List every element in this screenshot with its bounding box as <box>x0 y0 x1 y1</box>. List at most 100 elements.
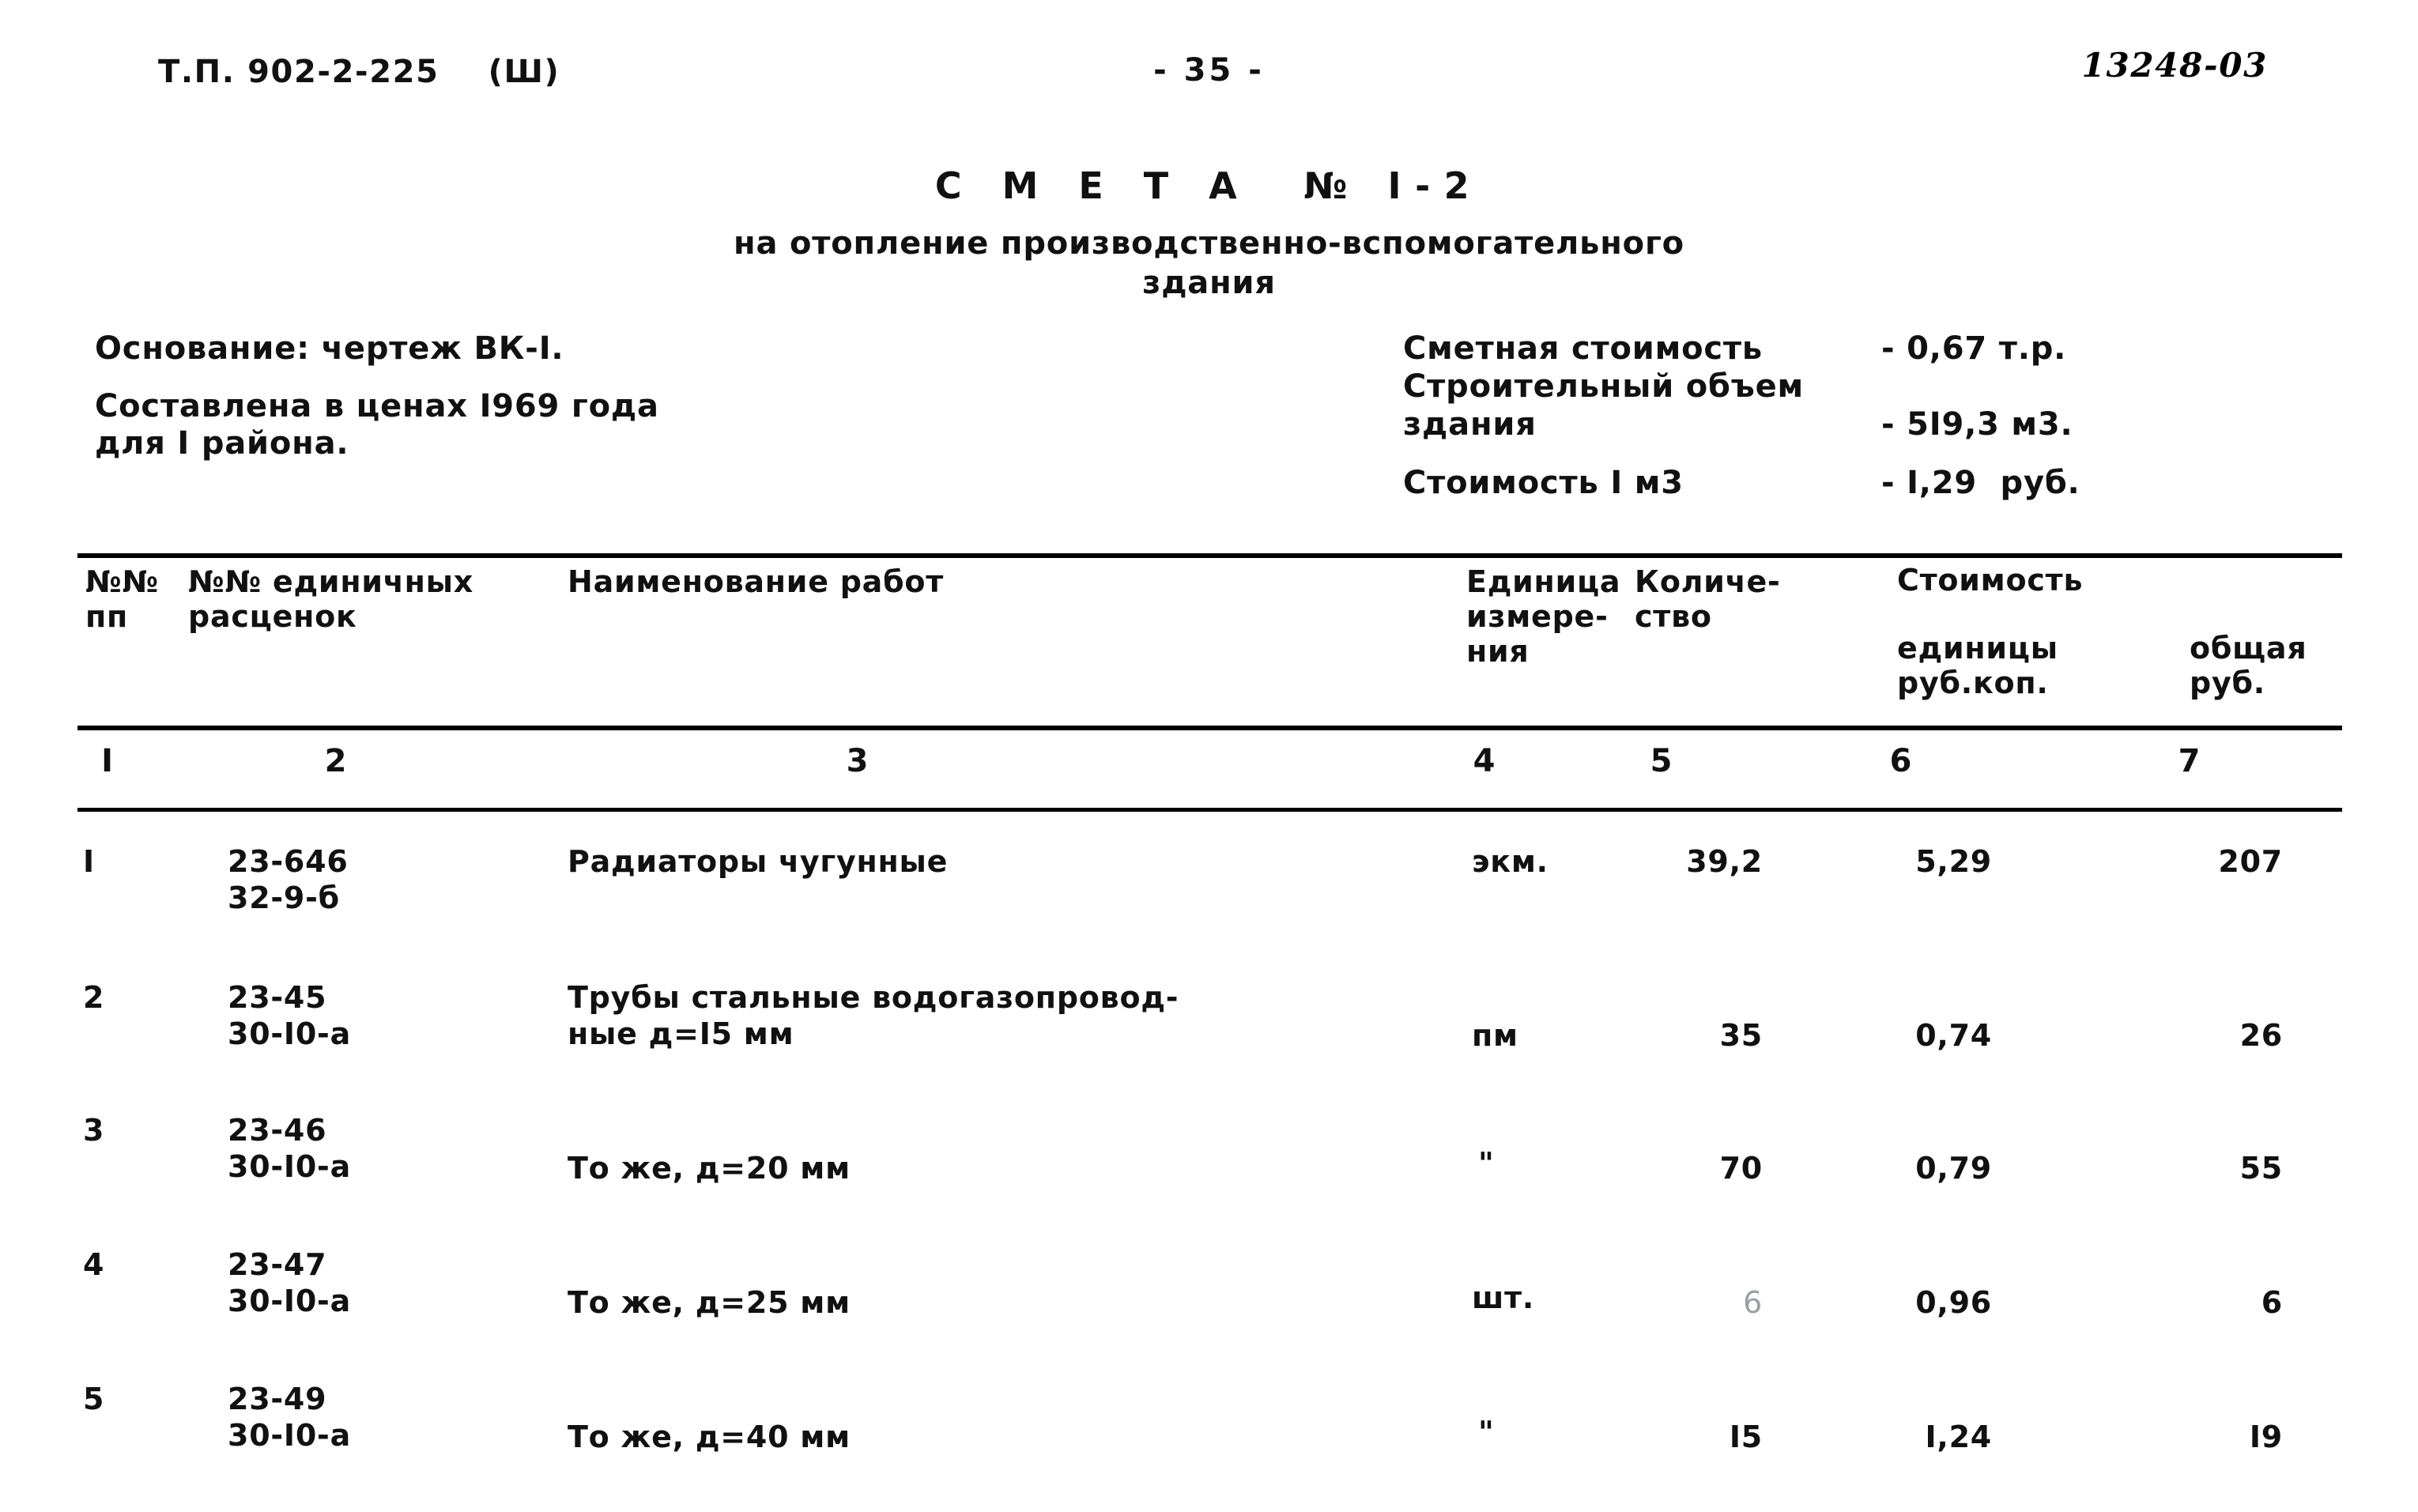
row-description: То же, д=25 мм <box>568 1285 851 1322</box>
row-code-line2: 30-I0-а <box>228 1148 351 1184</box>
row-total: 207 <box>2218 844 2283 879</box>
row-description: Трубы стальные водогазопровод-ные д=I5 м… <box>568 980 1179 1052</box>
compiled-prices-line: Составлена в ценах I969 года <box>95 388 659 425</box>
row-description: То же, д=40 мм <box>568 1420 851 1456</box>
estimate-cost-label: Сметная стоимость <box>1403 330 1763 367</box>
column-number-6: 6 <box>1889 743 1913 779</box>
building-volume-label-line1: Строительный объем <box>1403 368 1805 405</box>
table-header-col2-line2: расценок <box>188 599 357 635</box>
row-code-line1: 23-47 <box>228 1247 327 1282</box>
column-number-5: 5 <box>1650 743 1673 779</box>
column-number-4: 4 <box>1473 743 1496 779</box>
row-quantity: I5 <box>1729 1420 1763 1454</box>
row-code-line2: 30-I0-а <box>228 1016 351 1051</box>
basis-info-block: Основание: чертеж ВК-I. Составлена в цен… <box>95 330 1201 463</box>
document-subtitle-line2: здания <box>1142 265 1276 301</box>
row-unit: шт. <box>1472 1280 1535 1315</box>
building-volume-label-line2: здания <box>1403 406 1537 443</box>
row-description: То же, д=20 мм <box>568 1151 851 1187</box>
table-header-col3: Наименование работ <box>568 564 945 599</box>
compiled-region-line: для I района. <box>95 425 349 462</box>
row-unit-price: I,24 <box>1925 1420 1992 1454</box>
table-header-col7-line1: общая <box>2190 631 2307 666</box>
table-top-rule <box>77 553 2342 558</box>
table-header-col1: №№ пп <box>85 564 159 634</box>
row-quantity: 70 <box>1719 1151 1763 1186</box>
row-code-line1: 23-646 <box>228 844 349 879</box>
row-number: 3 <box>83 1113 105 1148</box>
table-header-col5: Количе-ство <box>1635 564 1781 634</box>
row-unit: " <box>1478 1146 1495 1181</box>
cost-per-m3-value: - I,29 руб. <box>1881 465 2080 501</box>
row-code-line2: 30-I0-а <box>228 1417 351 1453</box>
column-number-3: 3 <box>846 743 869 779</box>
table-header-col4-line1: Единица <box>1466 564 1621 599</box>
column-number-7: 7 <box>2178 743 2201 779</box>
row-description-line1: Трубы стальные водогазопровод- <box>568 980 1179 1015</box>
table-header-col4: Единица измере-ния <box>1466 564 1620 669</box>
row-code: 23-47 30-I0-а <box>228 1247 351 1319</box>
row-quantity: 35 <box>1719 1018 1763 1053</box>
page-number: - 35 - <box>1153 52 1265 89</box>
row-unit: экм. <box>1472 844 1549 879</box>
basis-drawing-line: Основание: чертеж ВК-I. <box>95 330 564 367</box>
table-header-col2-line1: №№ единичных <box>188 564 473 599</box>
table-header-col7-line2: руб. <box>2190 666 2265 701</box>
table-header-col4-line2: измере- <box>1466 599 1609 635</box>
row-code: 23-45 30-I0-а <box>228 980 351 1052</box>
row-unit-price: 0,79 <box>1915 1151 1992 1186</box>
row-unit: пм <box>1472 1018 1518 1053</box>
table-header-col1-line2: пп <box>85 599 129 635</box>
table-header-col6: единицы руб.коп. <box>1897 631 2058 700</box>
table-column-numbers-rule <box>77 808 2342 812</box>
table-header-col6-line2: руб.коп. <box>1897 666 2049 701</box>
table-header-col5-line2: ство <box>1635 599 1712 635</box>
building-volume-value: - 5I9,3 м3. <box>1881 406 2073 443</box>
column-number-1: I <box>101 743 114 779</box>
row-code-line1: 23-46 <box>228 1113 327 1148</box>
cost-per-m3-label: Стоимость I м3 <box>1403 465 1684 501</box>
row-total: 55 <box>2239 1151 2283 1186</box>
column-number-2: 2 <box>324 743 348 779</box>
row-total: I9 <box>2249 1420 2283 1454</box>
row-description-line1: Радиаторы чугунные <box>568 844 949 879</box>
row-code: 23-46 30-I0-а <box>228 1113 351 1185</box>
row-description-line2: ные д=I5 мм <box>568 1016 794 1051</box>
row-code-line1: 23-49 <box>228 1382 327 1416</box>
row-code: 23-49 30-I0-а <box>228 1382 351 1454</box>
row-unit-price: 0,96 <box>1915 1285 1992 1320</box>
row-code-line2: 32-9-б <box>228 880 340 915</box>
table-header-col6-line1: единицы <box>1897 631 2058 666</box>
row-description-line1: То же, д=40 мм <box>568 1420 851 1454</box>
table-header-col7: общая руб. <box>2190 631 2307 700</box>
row-quantity: 39,2 <box>1686 844 1763 879</box>
document-title: С М Е Т А № I-2 <box>934 164 1484 207</box>
table-header-col4-line3: ния <box>1466 634 1530 669</box>
archive-number-handwritten: 13248-03 <box>2081 46 2268 85</box>
row-unit: " <box>1478 1415 1495 1450</box>
row-description-line1: То же, д=20 мм <box>568 1151 851 1186</box>
row-description-line1: То же, д=25 мм <box>568 1285 851 1320</box>
table-header-col5-line1: Количе- <box>1635 564 1781 599</box>
row-number: 2 <box>83 980 105 1015</box>
row-code: 23-646 32-9-б <box>228 844 349 916</box>
row-number: 5 <box>83 1382 105 1416</box>
table-header-col2: №№ единичных расценок <box>188 564 473 634</box>
row-description: Радиаторы чугунные <box>568 844 948 880</box>
table-header-bottom-rule <box>77 726 2342 730</box>
page-header: Т.П. 902-2-225 (Ш) - 35 - 13248-03 <box>0 24 2418 90</box>
estimate-cost-value: - 0,67 т.р. <box>1881 330 2067 367</box>
cost-group-underline <box>1862 624 2342 628</box>
row-number: I <box>83 844 95 879</box>
table-header-cost-group: Стоимость <box>1897 563 2084 598</box>
row-code-line2: 30-I0-а <box>228 1283 351 1318</box>
row-quantity: 6 <box>1743 1285 1763 1320</box>
row-total: 6 <box>2261 1285 2283 1320</box>
row-code-line1: 23-45 <box>228 980 327 1015</box>
row-number: 4 <box>83 1247 105 1282</box>
document-subtitle-line1: на отопление производственно-вспомогател… <box>734 225 1684 262</box>
table-header-col1-line1: №№ <box>85 564 159 599</box>
row-unit-price: 5,29 <box>1915 844 1992 879</box>
row-total: 26 <box>2239 1018 2283 1053</box>
row-unit-price: 0,74 <box>1915 1018 1992 1053</box>
